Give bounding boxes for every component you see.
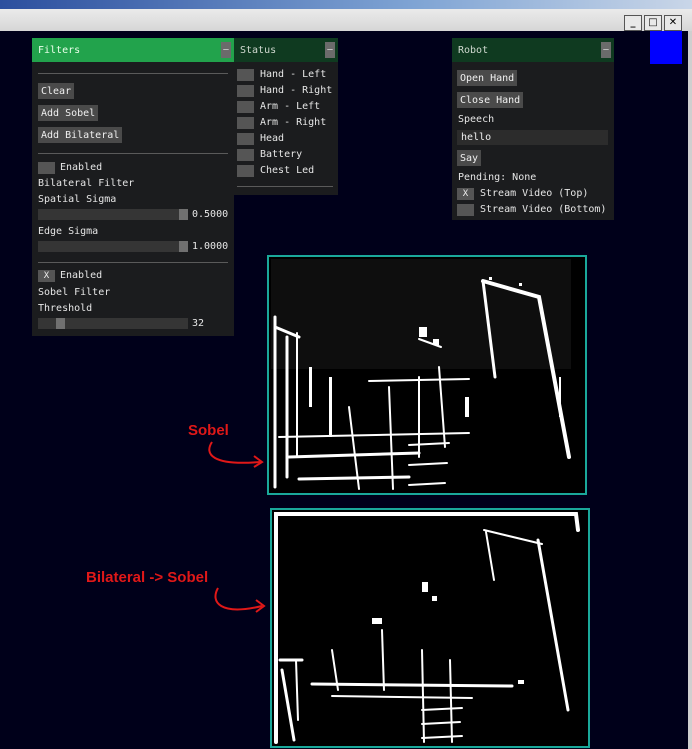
slider-grab[interactable]: [179, 241, 188, 252]
status-item-label: Arm - Left: [260, 101, 321, 112]
status-item-label: Head: [260, 133, 285, 144]
status-indicator: [237, 101, 254, 113]
sobel-annotation-arrow: [208, 441, 264, 468]
sobel-enabled-label: Enabled: [60, 270, 103, 281]
close-button[interactable]: ✕: [664, 15, 682, 31]
divider: [38, 262, 228, 263]
bilateral-filter-title: Bilateral Filter: [38, 178, 135, 189]
stream-top-label: Stream Video (Top): [480, 188, 589, 199]
bilateral-sobel-video-frame: [270, 508, 590, 748]
add-sobel-button[interactable]: Add Sobel: [38, 105, 99, 121]
divider: [38, 73, 228, 74]
clear-button[interactable]: Clear: [38, 83, 75, 99]
filters-panel: Filters – Clear Add Sobel Add Bilateral …: [32, 38, 234, 336]
robot-collapse-button[interactable]: –: [601, 42, 611, 58]
edge-sigma-label: Edge Sigma: [38, 226, 99, 237]
status-indicator: [237, 149, 254, 161]
status-collapse-button[interactable]: –: [325, 42, 335, 58]
add-bilateral-button[interactable]: Add Bilateral: [38, 127, 123, 143]
sobel-enabled-checkbox[interactable]: X: [38, 270, 55, 282]
divider: [237, 186, 333, 187]
status-title: Status: [240, 44, 277, 56]
stream-bottom-label: Stream Video (Bottom): [480, 204, 607, 215]
robot-panel: Robot – Open Hand Close Hand Speech hell…: [452, 38, 614, 220]
status-header[interactable]: Status –: [234, 38, 338, 62]
status-indicator: [237, 117, 254, 129]
sobel-filter-title: Sobel Filter: [38, 287, 111, 298]
slider-grab[interactable]: [179, 209, 188, 220]
spatial-sigma-value: 0.5000: [192, 209, 229, 220]
filters-title: Filters: [38, 44, 81, 56]
status-panel: Status – Hand - Left Hand - Right Arm - …: [234, 38, 338, 195]
speech-label: Speech: [458, 114, 495, 125]
spatial-sigma-label: Spatial Sigma: [38, 194, 117, 205]
filters-collapse-button[interactable]: –: [221, 42, 231, 58]
window-right-edge: [688, 31, 692, 749]
say-button[interactable]: Say: [457, 150, 482, 166]
status-indicator: [237, 85, 254, 97]
bilateral-enabled-checkbox[interactable]: [38, 162, 55, 174]
threshold-label: Threshold: [38, 303, 93, 314]
sobel-edge-image: [269, 257, 585, 493]
divider: [38, 153, 228, 154]
status-indicator: [237, 133, 254, 145]
slider-grab[interactable]: [56, 318, 65, 329]
stream-bottom-checkbox[interactable]: [457, 204, 474, 216]
window-title-bar: _ □ ✕: [0, 0, 692, 31]
robot-header[interactable]: Robot –: [452, 38, 614, 62]
pending-status: Pending: None: [458, 172, 537, 183]
status-indicator: [237, 69, 254, 81]
close-hand-button[interactable]: Close Hand: [457, 92, 524, 108]
bilateral-sobel-annotation: Bilateral -> Sobel: [86, 569, 209, 586]
bilateral-sobel-annotation-arrow: [214, 587, 266, 613]
threshold-value: 32: [192, 318, 205, 329]
sobel-annotation: Sobel: [188, 422, 229, 439]
bilateral-enabled-label: Enabled: [60, 162, 103, 173]
filters-header[interactable]: Filters –: [32, 38, 234, 62]
bilateral-sobel-edge-image: [272, 510, 588, 746]
sobel-video-frame: [267, 255, 587, 495]
open-hand-button[interactable]: Open Hand: [457, 70, 518, 86]
edge-sigma-slider[interactable]: [38, 241, 188, 252]
status-item-label: Chest Led: [260, 165, 315, 176]
speech-input[interactable]: hello: [457, 130, 608, 145]
threshold-slider[interactable]: [38, 318, 188, 329]
edge-sigma-value: 1.0000: [192, 241, 229, 252]
maximize-button[interactable]: □: [644, 15, 662, 31]
spatial-sigma-slider[interactable]: [38, 209, 188, 220]
status-item-label: Hand - Right: [260, 85, 333, 96]
status-item-label: Battery: [260, 149, 303, 160]
status-item-label: Arm - Right: [260, 117, 327, 128]
window-controls: _ □ ✕: [624, 15, 682, 31]
robot-title: Robot: [458, 44, 489, 56]
status-item-label: Hand - Left: [260, 69, 327, 80]
blue-square: [650, 31, 682, 64]
stream-top-checkbox[interactable]: X: [457, 188, 474, 200]
status-indicator: [237, 165, 254, 177]
title-bar-accent: [0, 0, 692, 9]
minimize-button[interactable]: _: [624, 15, 642, 31]
